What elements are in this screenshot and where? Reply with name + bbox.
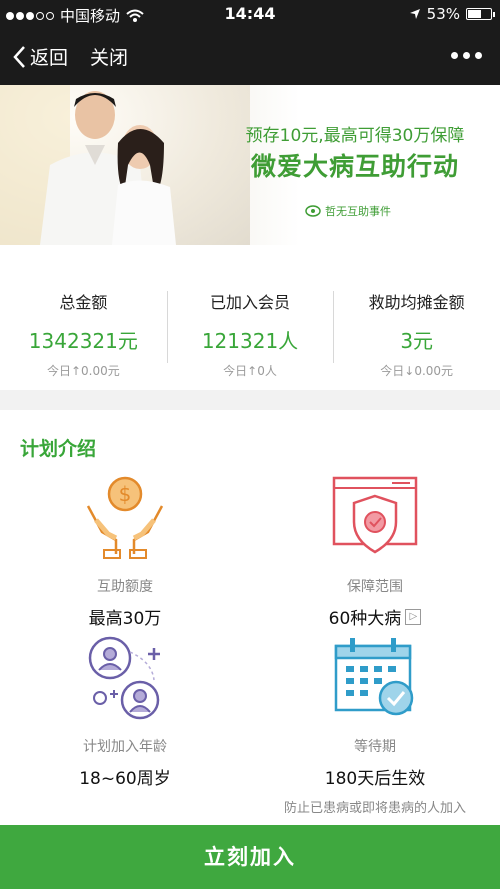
battery-percent: 53% xyxy=(426,5,460,23)
banner-headline: 预存10元,最高可得30万保障 xyxy=(245,126,465,146)
back-button[interactable]: 返回 xyxy=(12,43,68,70)
stat-label: 救助均摊金额 xyxy=(368,293,465,312)
promo-banner[interactable]: 预存10元,最高可得30万保障 微爱大病互助行动 哲无互助事件 xyxy=(0,85,500,245)
stat-value: 1342321元 xyxy=(28,329,138,353)
feature-value: 18~60周岁 xyxy=(79,769,171,789)
status-bar: 中国移动 14:44 53% xyxy=(0,0,500,28)
nav-bar: 返回 关闭 xyxy=(0,28,500,85)
location-arrow-icon xyxy=(409,9,420,19)
feature-label: 保障范围 xyxy=(347,579,403,595)
feature-coverage-amount: $ 互助额度 最高30万 xyxy=(0,472,250,629)
feature-label: 互助额度 xyxy=(97,579,153,595)
org-logo-icon xyxy=(305,205,321,217)
svg-text:$: $ xyxy=(119,482,132,506)
shield-browser-icon xyxy=(332,476,418,554)
feature-value: 60种大病 ▷ xyxy=(250,604,500,629)
join-now-button[interactable]: 立刻加入 xyxy=(0,825,500,889)
feature-waiting-period: 等待期 180天后生效 防止已患病或即将患病的人加入 xyxy=(250,632,500,816)
stat-value: 121321人 xyxy=(201,329,299,353)
stat-today: 今日↑0.00元 xyxy=(46,364,120,378)
stat-total-amount: 总金额 1342321元 今日↑0.00元 xyxy=(0,245,167,390)
stat-today: 今日↓0.00元 xyxy=(380,364,454,378)
users-icon xyxy=(88,636,160,720)
back-label: 返回 xyxy=(30,47,69,69)
hands-coin-icon: $ xyxy=(86,476,164,559)
feature-value: 最高30万 xyxy=(88,609,162,629)
chevron-left-icon xyxy=(13,45,25,68)
feature-note: 防止已患病或即将患病的人加入 xyxy=(283,801,466,816)
stat-members: 已加入会员 121321人 今日↑0人 xyxy=(166,245,334,390)
play-arrow-icon[interactable]: ▷ xyxy=(405,608,422,625)
plan-intro-section: 计划介绍 $ 互助额度 最高30万 保障范围 60种大病 ▷ 计划加入年龄 18… xyxy=(0,410,500,825)
stats-panel: 总金额 1342321元 今日↑0.00元 已加入会员 121321人 今日↑0… xyxy=(0,245,500,390)
more-options-icon[interactable] xyxy=(451,52,482,59)
feature-join-age: 计划加入年龄 18~60周岁 xyxy=(0,632,250,789)
calendar-check-icon xyxy=(334,638,414,716)
stat-today: 今日↑0人 xyxy=(223,364,277,378)
couple-photo xyxy=(0,85,250,245)
feature-coverage-scope[interactable]: 保障范围 60种大病 ▷ xyxy=(250,472,500,629)
banner-title: 微爱大病互助行动 xyxy=(250,152,459,181)
battery-icon xyxy=(466,8,495,20)
feature-label: 计划加入年龄 xyxy=(83,739,167,755)
close-button[interactable]: 关闭 xyxy=(90,43,128,70)
stat-value: 3元 xyxy=(400,329,434,353)
stat-label: 已加入会员 xyxy=(210,293,291,312)
banner-org: 哲无互助事件 xyxy=(325,205,391,218)
stat-label: 总金额 xyxy=(59,293,108,312)
section-title: 计划介绍 xyxy=(20,438,97,460)
feature-label: 等待期 xyxy=(354,739,396,755)
feature-value: 180天后生效 xyxy=(324,769,426,789)
stat-shared-amount: 救助均摊金额 3元 今日↓0.00元 xyxy=(333,245,500,390)
